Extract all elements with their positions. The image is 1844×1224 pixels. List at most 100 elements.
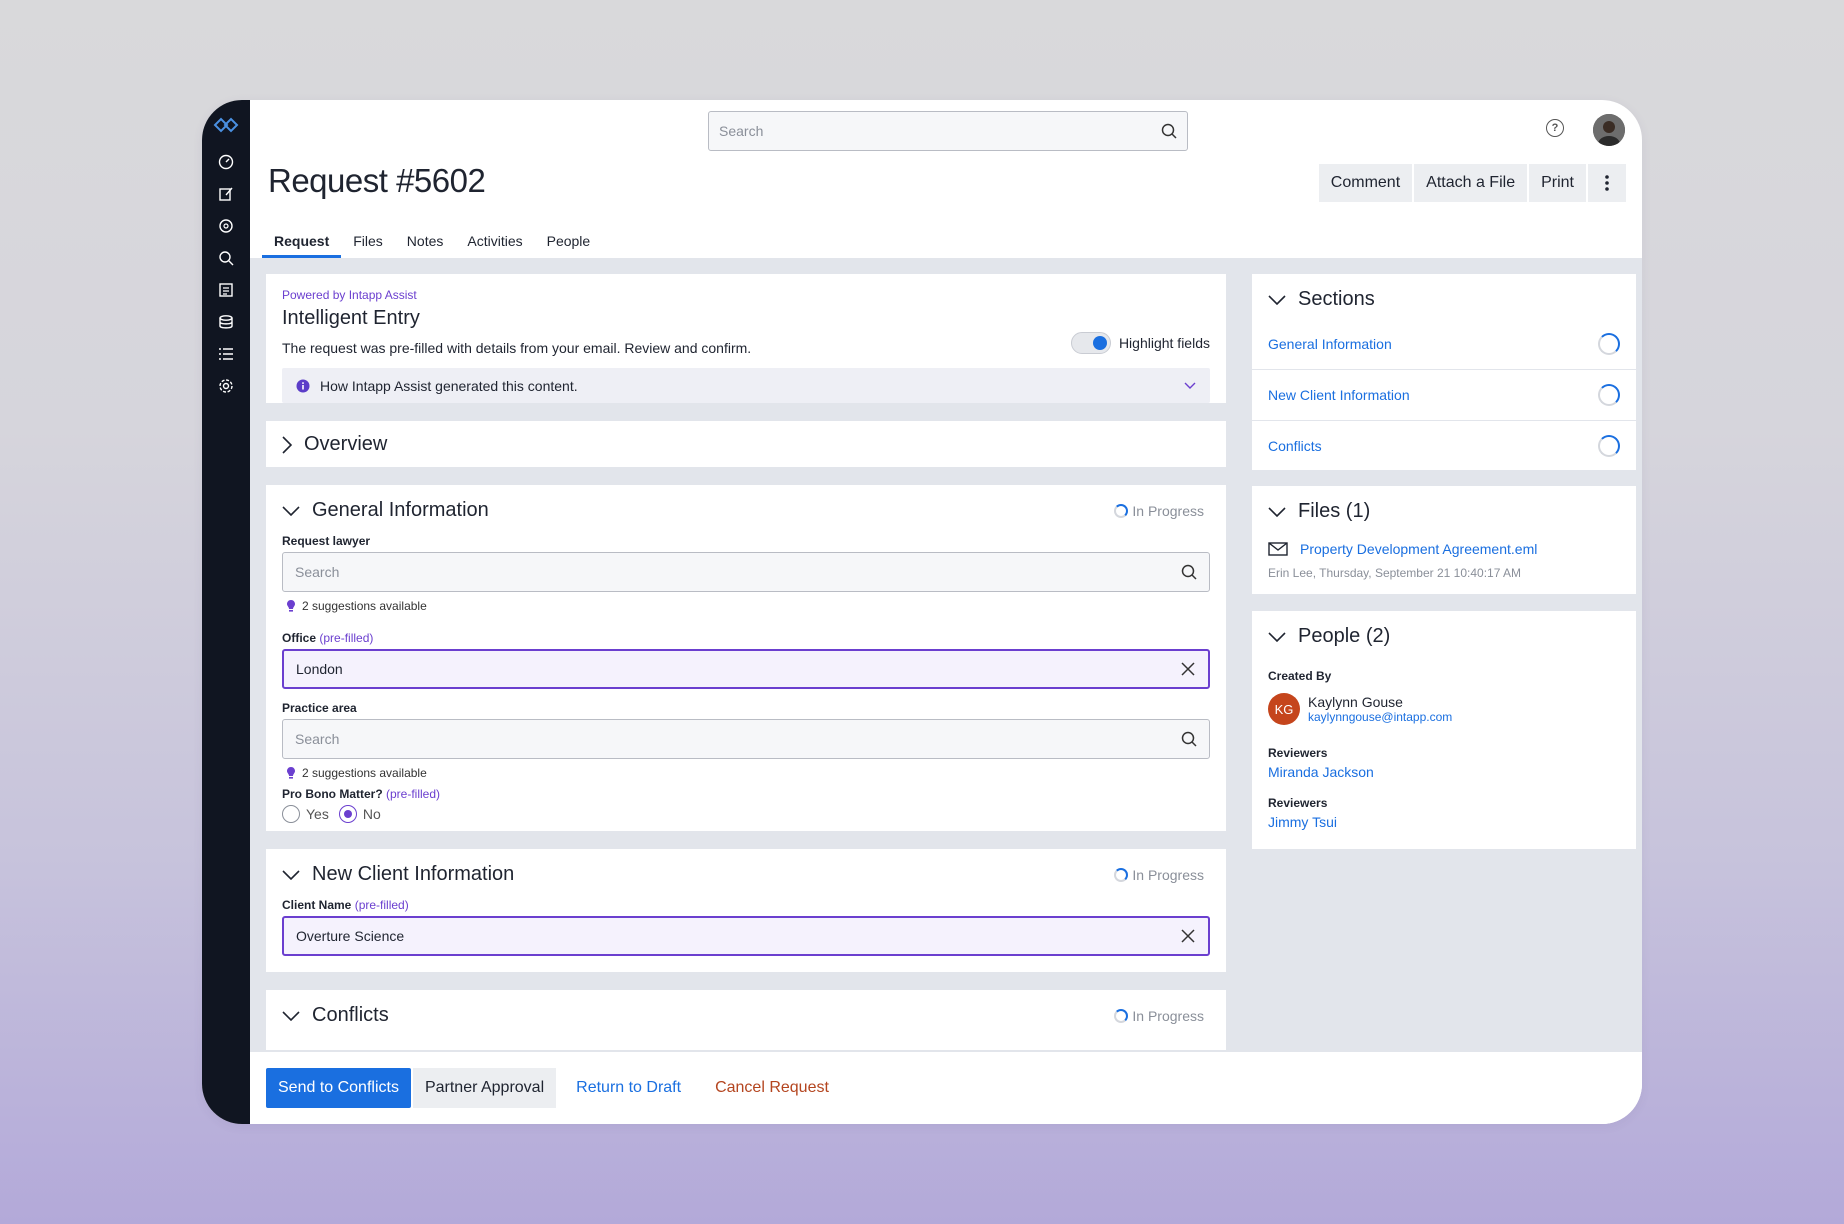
- status-badge: In Progress: [1114, 1008, 1204, 1024]
- lightbulb-icon: [287, 600, 295, 612]
- file-name-link[interactable]: Property Development Agreement.eml: [1300, 541, 1537, 557]
- print-button[interactable]: Print: [1529, 164, 1586, 202]
- tab-request[interactable]: Request: [262, 226, 342, 258]
- reports-icon[interactable]: [210, 274, 242, 306]
- close-icon[interactable]: [1180, 661, 1196, 677]
- progress-spinner-icon: [1598, 332, 1620, 355]
- top-bar: Search ?: [250, 100, 1642, 156]
- pro-bono-label: Pro Bono Matter? (pre-filled): [282, 787, 440, 801]
- people-title: People (2): [1298, 625, 1391, 647]
- edit-icon[interactable]: [210, 178, 242, 210]
- search-icon[interactable]: [1161, 123, 1177, 139]
- people-panel: People (2) Created By KG Kaylynn Gouse k…: [1252, 611, 1636, 849]
- section-link-label: New Client Information: [1268, 387, 1410, 403]
- database-icon[interactable]: [210, 306, 242, 338]
- pro-bono-radio-group: Yes No: [282, 805, 391, 823]
- client-name-label: Client Name (pre-filled): [282, 898, 409, 912]
- prefilled-tag: (pre-filled): [319, 631, 374, 645]
- powered-by-label: Powered by Intapp Assist: [282, 288, 417, 302]
- creator-name: Kaylynn Gouse: [1308, 694, 1403, 710]
- files-panel: Files (1) Property Development Agreement…: [1252, 486, 1636, 594]
- tab-files[interactable]: Files: [341, 226, 395, 258]
- send-to-conflicts-button[interactable]: Send to Conflicts: [266, 1068, 411, 1108]
- reviewer-link[interactable]: Miranda Jackson: [1268, 764, 1374, 780]
- chevron-down-icon[interactable]: [1184, 382, 1196, 390]
- request-lawyer-placeholder: Search: [295, 564, 340, 580]
- section-link-new-client-information[interactable]: New Client Information: [1252, 369, 1636, 420]
- new-client-information-header[interactable]: New Client Information: [282, 863, 514, 886]
- search-icon[interactable]: [210, 242, 242, 274]
- section-link-label: General Information: [1268, 335, 1392, 352]
- overview-section[interactable]: Overview: [266, 421, 1226, 467]
- general-information-section: General Information In Progress Request …: [266, 485, 1226, 795]
- chevron-down-icon: [282, 505, 300, 516]
- creator-avatar[interactable]: KG: [1268, 693, 1300, 725]
- gear-icon[interactable]: [210, 370, 242, 402]
- close-icon[interactable]: [1180, 928, 1196, 944]
- section-link-general-information[interactable]: General Information: [1252, 318, 1636, 369]
- radio-label: Yes: [306, 806, 329, 822]
- sections-title: Sections: [1298, 288, 1375, 310]
- intelligent-entry-title: Intelligent Entry: [282, 307, 420, 329]
- global-search-input[interactable]: Search: [708, 111, 1188, 151]
- sections-header[interactable]: Sections: [1268, 288, 1375, 311]
- status-badge: In Progress: [1114, 503, 1204, 519]
- conflicts-section: Conflicts In Progress: [266, 990, 1226, 1050]
- prefilled-tag: (pre-filled): [386, 787, 441, 801]
- client-name-input[interactable]: Overture Science: [282, 916, 1210, 956]
- office-input[interactable]: London: [282, 649, 1210, 689]
- radio-label: No: [362, 806, 381, 822]
- section-link-label: Conflicts: [1268, 438, 1322, 454]
- search-icon[interactable]: [1181, 564, 1197, 580]
- section-link-conflicts[interactable]: Conflicts: [1252, 420, 1636, 471]
- conflicts-header[interactable]: Conflicts: [282, 1004, 389, 1027]
- request-lawyer-input[interactable]: Search: [282, 552, 1210, 592]
- pro-bono-no-radio[interactable]: No: [338, 805, 381, 823]
- list-icon[interactable]: [210, 338, 242, 370]
- brain-icon[interactable]: [210, 210, 242, 242]
- people-header[interactable]: People (2): [1268, 625, 1390, 648]
- reviewer-link[interactable]: Jimmy Tsui: [1268, 814, 1337, 830]
- office-label: Office (pre-filled): [282, 631, 373, 645]
- main-area: Search ? Request #5602 Comment Attach a …: [250, 100, 1642, 1124]
- status-badge: In Progress: [1114, 867, 1204, 883]
- assist-info-expander[interactable]: How Intapp Assist generated this content…: [282, 368, 1210, 403]
- overview-title: Overview: [304, 433, 388, 455]
- practice-area-input[interactable]: Search: [282, 719, 1210, 759]
- tab-bar: Request Files Notes Activities People: [262, 226, 602, 258]
- tab-activities[interactable]: Activities: [455, 226, 534, 258]
- pro-bono-label-text: Pro Bono Matter?: [282, 787, 383, 801]
- progress-spinner-icon: [1114, 868, 1129, 882]
- cancel-request-button[interactable]: Cancel Request: [703, 1068, 841, 1108]
- user-avatar[interactable]: [1593, 114, 1625, 146]
- conflicts-title: Conflicts: [312, 1004, 389, 1026]
- reviewers-label: Reviewers: [1268, 746, 1328, 760]
- client-name-value: Overture Science: [296, 928, 405, 944]
- intapp-logo-icon[interactable]: [211, 112, 241, 138]
- file-item[interactable]: Property Development Agreement.eml: [1268, 541, 1537, 557]
- practice-area-suggestions[interactable]: 2 suggestions available: [284, 766, 427, 780]
- tab-notes[interactable]: Notes: [395, 226, 456, 258]
- new-client-information-title: New Client Information: [312, 863, 515, 885]
- return-to-draft-button[interactable]: Return to Draft: [564, 1068, 693, 1108]
- chevron-right-icon: [282, 435, 292, 454]
- highlight-fields-toggle[interactable]: [1070, 332, 1111, 354]
- header-actions: Comment Attach a File Print: [1318, 164, 1626, 202]
- search-icon[interactable]: [1181, 731, 1197, 747]
- attach-file-button[interactable]: Attach a File: [1414, 164, 1528, 202]
- overview-header[interactable]: Overview: [282, 433, 387, 456]
- lightbulb-icon: [287, 767, 295, 779]
- dashboard-icon[interactable]: [210, 146, 242, 178]
- creator-email-link[interactable]: kaylynngouse@intapp.com: [1308, 710, 1452, 724]
- comment-button[interactable]: Comment: [1318, 164, 1413, 202]
- files-header[interactable]: Files (1): [1268, 500, 1370, 523]
- request-lawyer-label: Request lawyer: [282, 534, 371, 548]
- partner-approval-button[interactable]: Partner Approval: [412, 1068, 557, 1108]
- more-actions-icon[interactable]: [1588, 164, 1626, 202]
- tab-people[interactable]: People: [535, 226, 603, 258]
- general-information-header[interactable]: General Information: [282, 499, 489, 522]
- request-lawyer-suggestions[interactable]: 2 suggestions available: [284, 599, 427, 613]
- help-icon[interactable]: ?: [1546, 119, 1564, 137]
- progress-spinner-icon: [1114, 504, 1129, 518]
- pro-bono-yes-radio[interactable]: Yes: [282, 805, 329, 823]
